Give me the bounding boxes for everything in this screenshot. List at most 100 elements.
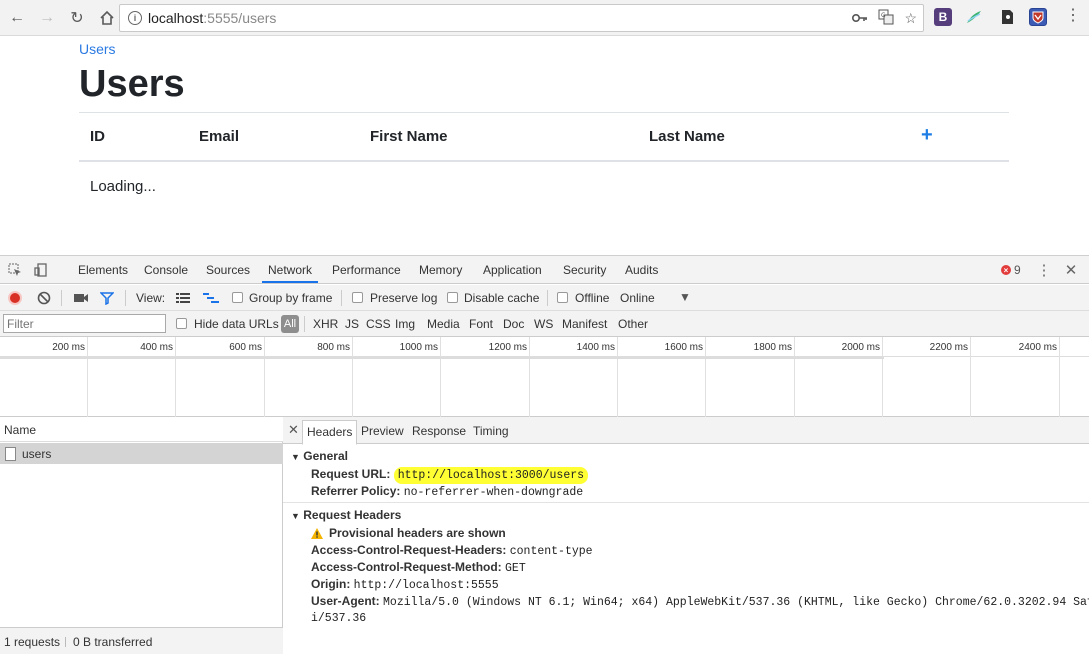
- filter-css[interactable]: CSS: [366, 317, 391, 331]
- throttling-dropdown-icon[interactable]: ▼: [679, 290, 691, 304]
- filter-xhr[interactable]: XHR: [313, 317, 338, 331]
- details-tab-preview[interactable]: Preview: [361, 424, 404, 438]
- request-count: 1 requests: [4, 635, 61, 649]
- details-tab-response[interactable]: Response: [412, 424, 466, 438]
- tab-audits[interactable]: Audits: [625, 263, 658, 277]
- request-headers-section-header[interactable]: ▼ Request Headers: [291, 508, 401, 522]
- filter-input[interactable]: [3, 314, 166, 333]
- browser-menu-icon[interactable]: ⋮: [1065, 8, 1081, 24]
- home-icon[interactable]: [94, 5, 120, 31]
- devtools-tabbar: Elements Console Sources Network Perform…: [0, 256, 1089, 284]
- hide-data-urls-checkbox[interactable]: [176, 318, 187, 329]
- waterfall-overview-icon[interactable]: [203, 292, 219, 307]
- screenshot-camera-icon[interactable]: [73, 292, 89, 307]
- url-path: :5555/users: [203, 10, 277, 26]
- disable-cache-checkbox[interactable]: [447, 292, 458, 303]
- filter-ws[interactable]: WS: [534, 317, 553, 331]
- tab-performance[interactable]: Performance: [332, 263, 401, 277]
- feather-extension-icon[interactable]: [965, 8, 983, 26]
- add-user-button[interactable]: +: [921, 124, 933, 147]
- key-icon[interactable]: [852, 11, 868, 27]
- tab-security[interactable]: Security: [563, 263, 606, 277]
- user-agent-row: User-Agent: Mozilla/5.0 (Windows NT 6.1;…: [311, 594, 1089, 609]
- tab-elements[interactable]: Elements: [78, 263, 128, 277]
- devtools-menu-icon[interactable]: ⋮: [1036, 262, 1052, 279]
- tab-network[interactable]: Network: [261, 263, 319, 283]
- throttling-select[interactable]: Online: [620, 291, 655, 305]
- collapse-triangle-icon: ▼: [291, 452, 300, 462]
- name-column-header[interactable]: Name: [4, 423, 36, 437]
- timeline-overview[interactable]: 200 ms 400 ms 600 ms 800 ms 1000 ms 1200…: [0, 337, 1089, 417]
- device-toolbar-icon[interactable]: [33, 262, 49, 278]
- acrh-key: Access-Control-Request-Headers:: [311, 543, 507, 557]
- filter-all-button[interactable]: All: [281, 315, 299, 333]
- summary-separator: [65, 637, 66, 647]
- loading-text: Loading...: [90, 178, 156, 195]
- breadcrumb-users-link[interactable]: Users: [79, 41, 116, 57]
- bootstrap-extension-icon[interactable]: B: [934, 8, 952, 26]
- evernote-extension-icon[interactable]: [998, 8, 1016, 26]
- error-count-badge[interactable]: × 9: [1001, 263, 1021, 277]
- error-icon: ×: [1001, 265, 1011, 275]
- tab-console[interactable]: Console: [144, 263, 188, 277]
- group-by-frame-checkbox[interactable]: [232, 292, 243, 303]
- clear-icon[interactable]: [37, 291, 51, 308]
- filter-funnel-icon[interactable]: [99, 291, 115, 308]
- filter-other[interactable]: Other: [618, 317, 648, 331]
- timeline-gridline: [264, 337, 265, 417]
- requests-summary-bar: 1 requests 0 B transferred: [0, 627, 283, 654]
- record-icon[interactable]: [8, 291, 22, 305]
- general-section-header[interactable]: ▼ General: [291, 449, 348, 463]
- large-rows-icon[interactable]: [176, 292, 190, 307]
- back-icon[interactable]: ←: [4, 5, 30, 31]
- details-tab-headers[interactable]: Headers: [302, 420, 358, 445]
- timeline-gridline: [705, 337, 706, 417]
- collapse-triangle-icon: ▼: [291, 511, 300, 521]
- acrh-row: Access-Control-Request-Headers: content-…: [311, 543, 593, 558]
- filter-font[interactable]: Font: [469, 317, 493, 331]
- ext-b-label: B: [938, 10, 948, 24]
- request-headers-title: Request Headers: [303, 508, 402, 522]
- filter-manifest[interactable]: Manifest: [562, 317, 607, 331]
- column-header-email: Email: [199, 128, 240, 145]
- tab-memory[interactable]: Memory: [419, 263, 462, 277]
- column-header-id: ID: [90, 128, 105, 145]
- bookmark-star-icon[interactable]: ☆: [904, 10, 917, 27]
- close-details-icon[interactable]: ✕: [288, 422, 299, 438]
- filter-js[interactable]: JS: [345, 317, 359, 331]
- acrh-value: content-type: [509, 545, 593, 558]
- preserve-log-checkbox[interactable]: [352, 292, 363, 303]
- close-devtools-icon[interactable]: ✕: [1063, 262, 1079, 279]
- tab-application[interactable]: Application: [483, 263, 542, 277]
- request-details: ✕ Headers Preview Response Timing ▼ Gene…: [283, 417, 1089, 654]
- inspect-element-icon[interactable]: [7, 262, 23, 278]
- timeline-tick: 1400 ms: [576, 342, 615, 353]
- reload-icon[interactable]: ↻: [64, 5, 90, 31]
- request-row-users[interactable]: users: [0, 443, 283, 464]
- timeline-tick: 400 ms: [140, 342, 173, 353]
- filter-doc[interactable]: Doc: [503, 317, 524, 331]
- page-title: Users: [79, 63, 185, 105]
- filter-media[interactable]: Media: [427, 317, 460, 331]
- address-bar[interactable]: i localhost:5555/users G ☆: [119, 4, 924, 32]
- timeline-tick: 2400 ms: [1018, 342, 1057, 353]
- filter-img[interactable]: Img: [395, 317, 415, 331]
- offline-checkbox[interactable]: [557, 292, 568, 303]
- referrer-policy-row: Referrer Policy: no-referrer-when-downgr…: [311, 484, 583, 499]
- tab-sources[interactable]: Sources: [206, 263, 250, 277]
- page-content: Users Users ID Email First Name Last Nam…: [0, 37, 1089, 255]
- site-info-icon[interactable]: i: [128, 11, 142, 25]
- timeline-gridline: [440, 337, 441, 417]
- document-file-icon: [5, 447, 16, 461]
- preserve-log-label: Preserve log: [370, 291, 438, 305]
- timeline-gridline: [970, 337, 971, 417]
- forward-icon[interactable]: →: [34, 5, 60, 31]
- network-toolbar: View: Group by frame Preserve log Disabl…: [0, 285, 1089, 311]
- translate-icon[interactable]: G: [878, 9, 894, 28]
- timeline-gridline: [352, 337, 353, 417]
- timeline-tick: 200 ms: [52, 342, 85, 353]
- mcafee-extension-icon[interactable]: [1029, 8, 1047, 26]
- details-tab-timing[interactable]: Timing: [473, 424, 509, 438]
- acrm-value: GET: [505, 562, 526, 575]
- request-url-value[interactable]: http://localhost:3000/users: [393, 467, 589, 484]
